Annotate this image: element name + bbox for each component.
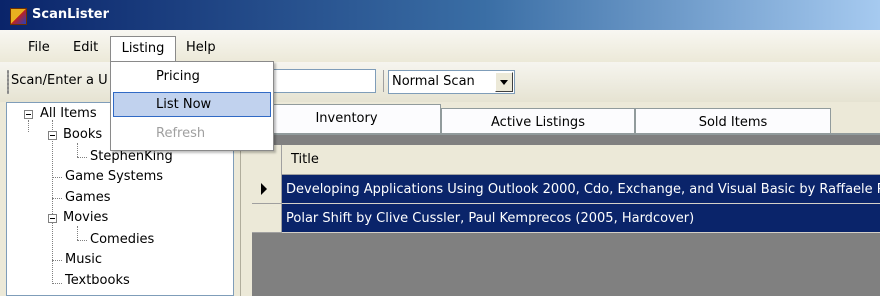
tree-line: [77, 157, 87, 158]
scan-input[interactable]: [262, 69, 376, 93]
tree-line: [52, 260, 62, 261]
tree-line: [28, 120, 29, 132]
tree-node-all-items[interactable]: All Items: [40, 106, 97, 121]
tree-line: [52, 177, 62, 178]
menu-item-refresh: Refresh: [156, 126, 206, 141]
window-title: ScanLister: [32, 7, 110, 22]
collapse-icon[interactable]: [24, 110, 33, 119]
tree-line: [52, 198, 62, 199]
row-header[interactable]: [252, 204, 282, 233]
table-row[interactable]: Polar Shift by Clive Cussler, Paul Kempr…: [282, 204, 880, 233]
tree-node-stephenking[interactable]: StephenKing: [90, 149, 173, 164]
tree-line: [77, 226, 78, 240]
menu-help[interactable]: Help: [180, 37, 222, 59]
menu-edit[interactable]: Edit: [67, 37, 104, 59]
tree-line: [52, 283, 62, 284]
menu-listing[interactable]: Listing: [110, 36, 176, 62]
toolbar-grip[interactable]: [7, 70, 9, 94]
row-pointer-icon: [261, 183, 267, 195]
table-row[interactable]: Developing Applications Using Outlook 20…: [282, 175, 880, 204]
title-bar: [0, 0, 880, 30]
collapse-icon[interactable]: [48, 214, 57, 223]
tree-node-music[interactable]: Music: [65, 252, 102, 267]
tree-node-games[interactable]: Games: [65, 190, 110, 205]
tab-sold-items[interactable]: Sold Items: [635, 108, 831, 134]
menu-item-list-now[interactable]: List Now: [156, 97, 211, 112]
tree-node-textbooks[interactable]: Textbooks: [65, 273, 130, 288]
tree-line: [77, 143, 78, 157]
tree-node-comedies[interactable]: Comedies: [90, 232, 154, 247]
app-icon: [10, 8, 27, 25]
column-header-title[interactable]: Title: [291, 152, 319, 167]
chevron-down-icon: [500, 80, 508, 85]
tree-node-books[interactable]: Books: [63, 127, 102, 142]
tree-node-game-systems[interactable]: Game Systems: [65, 169, 163, 184]
tab-active-listings[interactable]: Active Listings: [441, 108, 635, 134]
tab-inventory[interactable]: Inventory: [252, 104, 441, 134]
menu-item-pricing[interactable]: Pricing: [156, 69, 200, 84]
grid-header: [252, 145, 880, 175]
tree-line: [77, 240, 87, 241]
toolbar-separator: [383, 70, 384, 92]
tree-node-movies[interactable]: Movies: [63, 210, 108, 225]
row-header[interactable]: [252, 175, 282, 204]
collapse-icon[interactable]: [48, 131, 57, 140]
scan-label: Scan/Enter a U: [11, 73, 108, 88]
scan-mode-value: Normal Scan: [392, 74, 475, 89]
menu-file[interactable]: File: [22, 37, 56, 59]
